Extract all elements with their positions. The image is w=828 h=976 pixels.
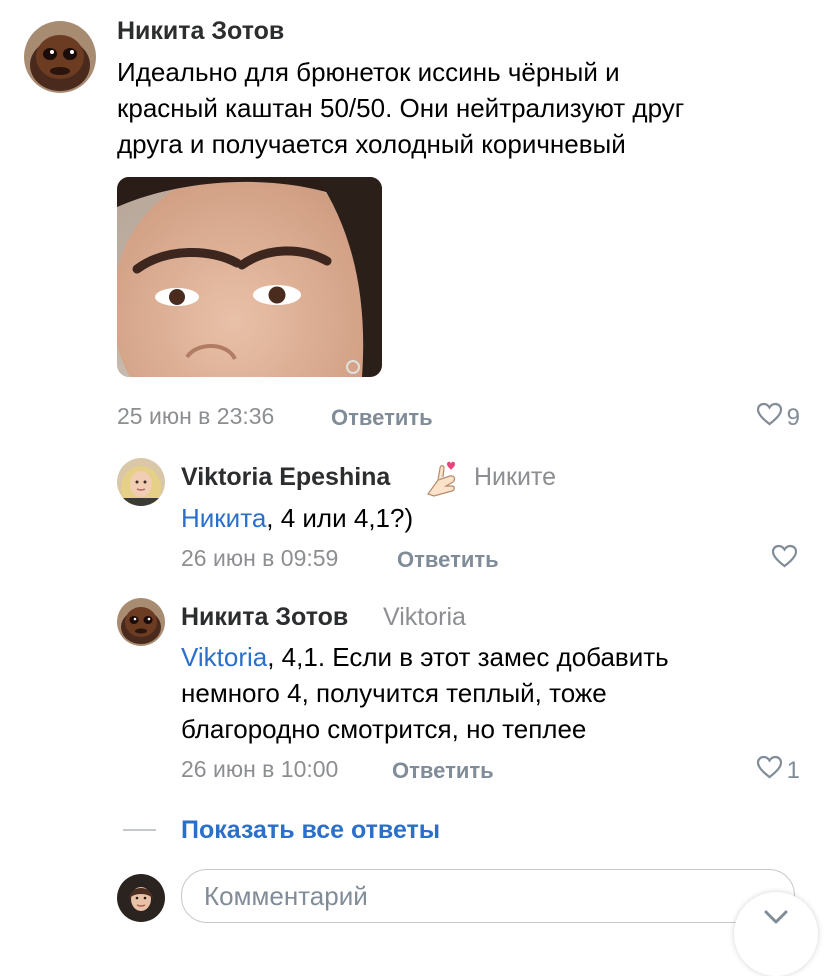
reply-to[interactable]: Никите bbox=[474, 463, 556, 492]
reply-text: Viktoria, 4,1. Если в этот замес добавит… bbox=[181, 639, 801, 747]
reply-button[interactable]: Ответить bbox=[397, 547, 499, 573]
reply-text: Никита, 4 или 4,1?) bbox=[181, 500, 413, 536]
avatar[interactable] bbox=[117, 458, 165, 506]
comment-text-line: друга и получается холодный коричневый bbox=[117, 129, 626, 159]
like-button[interactable]: 1 bbox=[756, 755, 800, 786]
mention-link[interactable]: Viktoria bbox=[181, 642, 267, 672]
comment-input-wrapper bbox=[181, 869, 795, 923]
mention-link[interactable]: Никита bbox=[181, 503, 266, 533]
heart-emoji-hand-icon bbox=[420, 456, 462, 498]
heart-icon bbox=[756, 402, 783, 433]
like-count: 9 bbox=[786, 403, 800, 431]
reply-date: 26 июн в 09:59 bbox=[181, 545, 339, 571]
reply-date: 26 июн в 10:00 bbox=[181, 756, 339, 782]
reply-button[interactable]: Ответить bbox=[392, 758, 494, 784]
reply-text-body: , 4,1. Если в этот замес добавить bbox=[267, 642, 669, 672]
reply-text-body: , 4 или 4,1?) bbox=[266, 503, 414, 533]
comment-input[interactable] bbox=[204, 870, 744, 922]
like-button[interactable]: 9 bbox=[756, 402, 800, 433]
heart-icon bbox=[771, 544, 798, 575]
avatar[interactable] bbox=[24, 21, 96, 93]
reply-text-line: Viktoria, 4,1. Если в этот замес добавит… bbox=[181, 639, 801, 675]
reply-text-line: благородно смотрится, но теплее bbox=[181, 714, 587, 744]
comment-text-line: красный каштан 50/50. Они нейтрализуют д… bbox=[117, 93, 685, 123]
comment-author[interactable]: Никита Зотов bbox=[117, 17, 284, 46]
comment-text: Идеально для брюнеток иссинь чёрный и кр… bbox=[117, 54, 807, 162]
like-count: 1 bbox=[786, 756, 800, 784]
reply-text-line: немного 4, получится теплый, тоже bbox=[181, 678, 607, 708]
reply-to[interactable]: Viktoria bbox=[383, 603, 466, 632]
heart-icon bbox=[756, 755, 783, 786]
like-button[interactable] bbox=[771, 544, 798, 575]
comment-photo[interactable] bbox=[117, 177, 382, 377]
avatar bbox=[117, 874, 165, 922]
reply-author[interactable]: Никита Зотов bbox=[181, 603, 348, 632]
scroll-down-button[interactable] bbox=[734, 892, 818, 976]
comment-text-line: Идеально для брюнеток иссинь чёрный и bbox=[117, 57, 620, 87]
divider bbox=[123, 829, 156, 831]
reply-author[interactable]: Viktoria Epeshina bbox=[181, 463, 390, 492]
reply-button[interactable]: Ответить bbox=[331, 405, 433, 431]
chevron-down-icon bbox=[764, 910, 788, 929]
show-all-replies-link[interactable]: Показать все ответы bbox=[181, 816, 440, 845]
comment-date: 25 июн в 23:36 bbox=[117, 403, 275, 429]
avatar[interactable] bbox=[117, 598, 165, 646]
